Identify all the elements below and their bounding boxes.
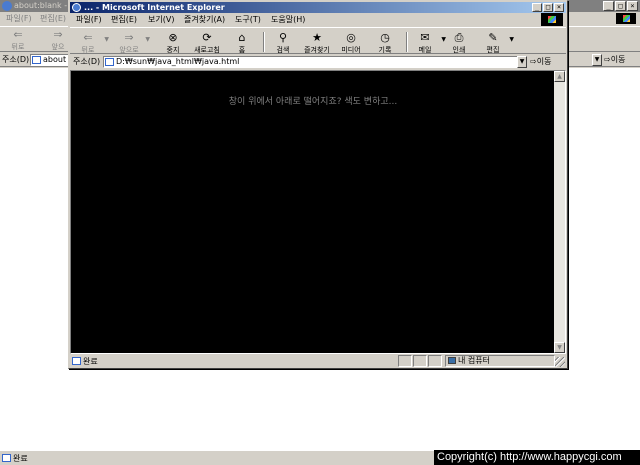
back-button[interactable]: ⇐ 뒤로 [4, 29, 32, 52]
vertical-scrollbar[interactable]: ▲ ▼ [554, 71, 565, 353]
go-arrow-icon: ⇨ [604, 55, 611, 64]
popup-toolbar: ⇐ 뒤로 ▼ ⇒ 앞으로 ▼ ⊗ 중지 ⟳ 새로고침 ⌂ 홈 ⚲ 검색 ★ 즐겨… [70, 27, 566, 54]
print-icon: ⎙ [454, 31, 464, 44]
windows-logo-icon [541, 13, 563, 26]
close-button[interactable]: × [627, 1, 638, 11]
back-button[interactable]: ⇐ 뒤로 ▼ [73, 31, 109, 55]
mail-icon: ✉ [420, 31, 430, 44]
back-arrow-icon: ⇐ [83, 31, 93, 44]
scroll-up-button[interactable]: ▲ [554, 71, 565, 82]
computer-icon [448, 357, 456, 364]
refresh-button[interactable]: ⟳ 새로고침 [192, 31, 222, 55]
menu-help[interactable]: 도움말(H) [271, 14, 305, 25]
resize-grip[interactable] [555, 357, 565, 367]
address-value: D:₩sun₩java_html₩java.html [116, 57, 240, 66]
popup-address-bar: 주소(D) D:₩sun₩java_html₩java.html ▼ ⇨이동 [70, 55, 566, 69]
print-button[interactable]: ⎙ 인쇄 [444, 31, 474, 55]
status-cell [413, 355, 427, 367]
status-cell [398, 355, 412, 367]
menu-view[interactable]: 보기(V) [148, 14, 174, 25]
menu-tools[interactable]: 도구(T) [235, 14, 261, 25]
favorites-icon: ★ [312, 31, 322, 44]
page-message: 창이 위에서 아래로 떨어지죠? 색도 변하고... [228, 97, 398, 107]
address-dropdown-button[interactable]: ▼ [592, 54, 602, 66]
status-text: 완료 [13, 454, 28, 463]
mail-button[interactable]: ✉ 메일 ▼ [410, 31, 446, 55]
forward-button[interactable]: ⇒ 앞으로 ▼ [114, 31, 150, 55]
go-button[interactable]: ⇨이동 [530, 56, 566, 68]
menu-file[interactable]: 파일(F) [6, 13, 32, 24]
go-arrow-icon: ⇨ [530, 57, 537, 66]
history-button[interactable]: ◷ 기록 [370, 31, 400, 55]
address-label: 주소(D) [2, 55, 30, 64]
home-button[interactable]: ⌂ 홈 [227, 31, 257, 55]
address-label: 주소(D) [73, 57, 101, 66]
home-icon: ⌂ [238, 31, 246, 44]
scroll-down-button[interactable]: ▼ [554, 342, 565, 353]
popup-page-content: 창이 위에서 아래로 떨어지죠? 색도 변하고... ▲ ▼ [70, 70, 566, 354]
page-icon [2, 454, 11, 462]
media-icon: ◎ [346, 31, 356, 44]
popup-title-bar[interactable]: ... - Microsoft Internet Explorer _ □ × [70, 2, 566, 13]
popup-status-bar: 완료 내 컴퓨터 [70, 354, 566, 368]
maximize-button[interactable]: □ [615, 1, 626, 11]
search-icon: ⚲ [278, 31, 288, 44]
minimize-button[interactable]: _ [603, 1, 614, 11]
menu-favorites[interactable]: 즐겨찾기(A) [184, 14, 225, 25]
menu-edit[interactable]: 편집(E) [111, 14, 137, 25]
forward-arrow-icon: ⇒ [124, 31, 134, 44]
forward-arrow-icon: ⇒ [53, 28, 63, 41]
address-dropdown-button[interactable]: ▼ [517, 56, 527, 68]
copyright-banner: Copyright(c) http://www.happycgi.com [434, 450, 640, 465]
ie-logo-icon [2, 1, 12, 11]
toolbar-separator [263, 32, 265, 52]
maximize-button[interactable]: □ [543, 3, 553, 12]
chevron-down-icon[interactable]: ▼ [509, 36, 514, 43]
status-cell [428, 355, 442, 367]
popup-window-title: ... - Microsoft Internet Explorer [84, 3, 225, 12]
status-text: 완료 [83, 357, 98, 366]
windows-logo-icon [616, 13, 636, 24]
page-icon [32, 56, 41, 64]
favorites-button[interactable]: ★ 즐겨찾기 [302, 31, 332, 55]
chevron-down-icon[interactable]: ▼ [104, 36, 109, 43]
history-icon: ◷ [380, 31, 390, 44]
toolbar-separator [406, 32, 408, 52]
close-button[interactable]: × [554, 3, 564, 12]
security-zone: 내 컴퓨터 [445, 355, 555, 367]
search-button[interactable]: ⚲ 검색 [268, 31, 298, 55]
popup-browser-window: ... - Microsoft Internet Explorer _ □ × … [68, 0, 568, 369]
chevron-down-icon[interactable]: ▼ [145, 36, 150, 43]
minimize-button[interactable]: _ [532, 3, 542, 12]
edit-icon: ✎ [488, 31, 498, 44]
page-icon [72, 357, 81, 365]
media-button[interactable]: ◎ 미디어 [336, 31, 366, 55]
refresh-icon: ⟳ [202, 31, 212, 44]
go-button[interactable]: ⇨이동 [604, 54, 638, 66]
stop-icon: ⊗ [168, 31, 178, 44]
address-input[interactable]: about [30, 54, 70, 66]
popup-menu-bar: 파일(F) 편집(E) 보기(V) 즐겨찾기(A) 도구(T) 도움말(H) [70, 13, 566, 26]
edit-button[interactable]: ✎ 편집 ▼ [478, 31, 514, 55]
ie-logo-icon [72, 3, 81, 12]
menu-file[interactable]: 파일(F) [76, 14, 102, 25]
back-arrow-icon: ⇐ [13, 28, 23, 41]
menu-edit[interactable]: 편집(E) [40, 13, 66, 24]
stop-button[interactable]: ⊗ 중지 [158, 31, 188, 55]
address-input[interactable]: D:₩sun₩java_html₩java.html [103, 56, 518, 68]
page-icon [105, 58, 114, 66]
